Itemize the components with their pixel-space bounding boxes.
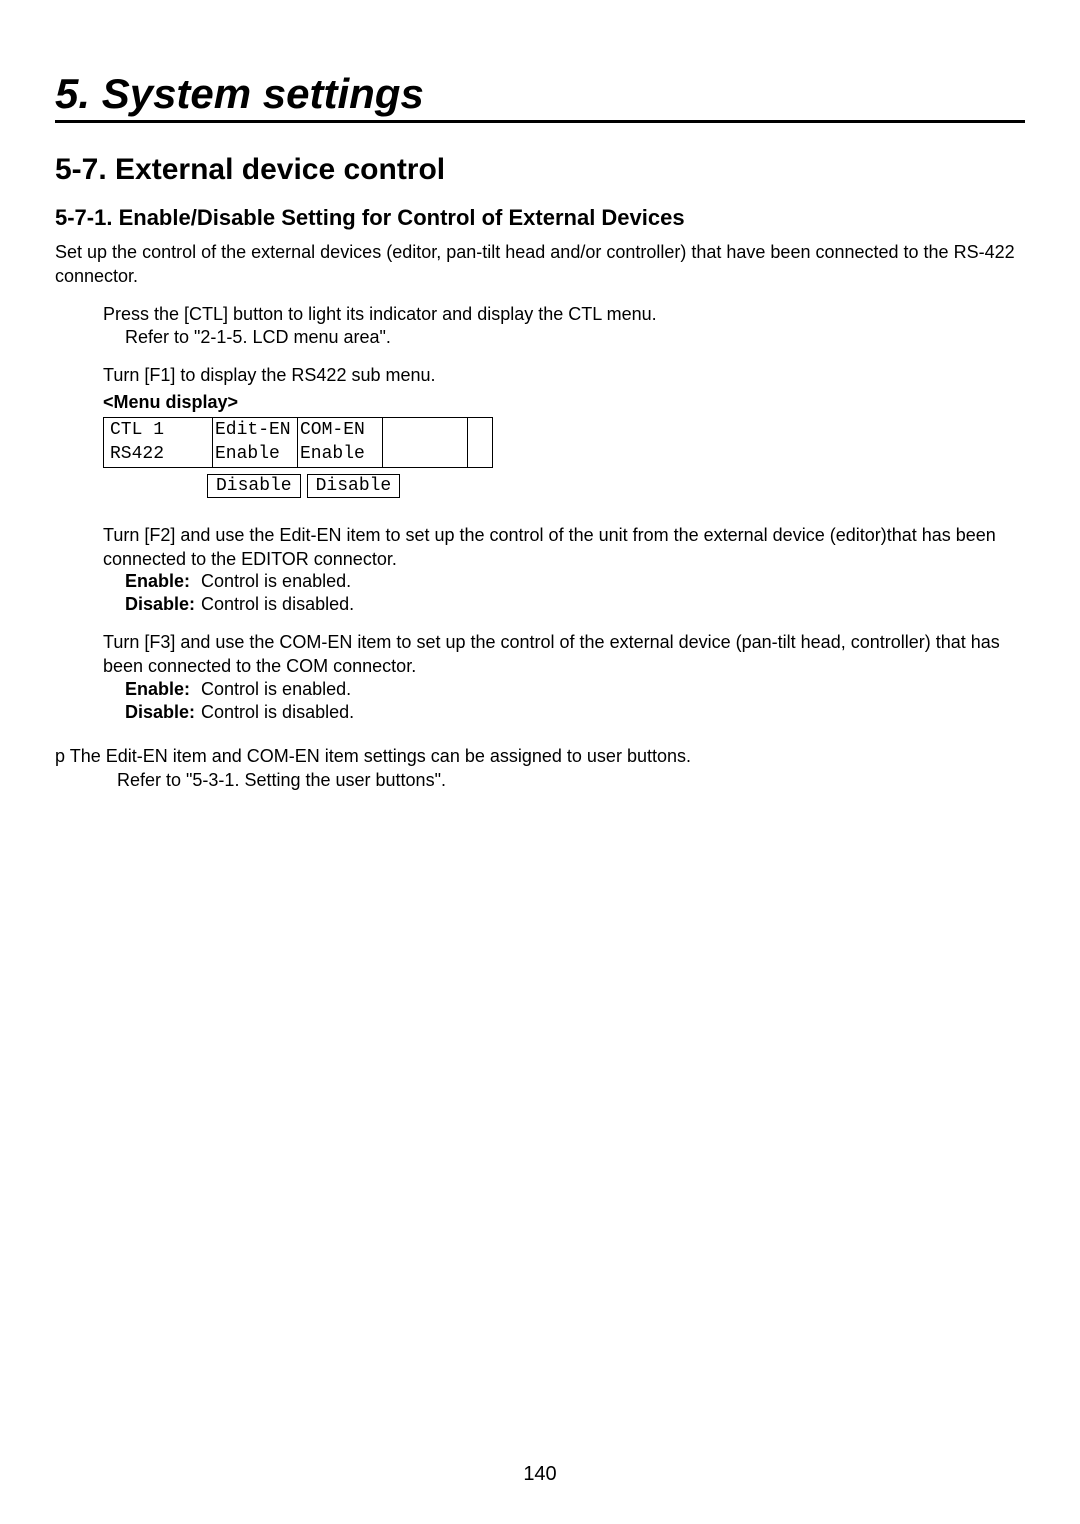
lcd-cell: CTL 1 bbox=[108, 418, 213, 443]
lcd-cell bbox=[383, 418, 468, 443]
def-term: Enable: bbox=[125, 679, 201, 702]
lcd-cell bbox=[468, 418, 492, 443]
lcd-cell: Edit-EN bbox=[213, 418, 298, 443]
note-line-1: p The Edit-EN item and COM-EN item setti… bbox=[55, 745, 1025, 769]
intro-paragraph: Set up the control of the external devic… bbox=[55, 241, 1025, 289]
lcd-cell: COM-EN bbox=[298, 418, 383, 443]
page-number: 140 bbox=[0, 1463, 1080, 1486]
note-bullet: p bbox=[55, 746, 65, 766]
def-text: Control is disabled. bbox=[201, 702, 360, 725]
alt-value-edit-en: Disable bbox=[207, 474, 301, 498]
f3-paragraph: Turn [F3] and use the COM-EN item to set… bbox=[103, 631, 1025, 679]
menu-display-label: <Menu display> bbox=[103, 392, 1025, 413]
def-term: Disable: bbox=[125, 702, 201, 725]
chapter-title: 5. System settings bbox=[55, 70, 424, 117]
lcd-cell bbox=[383, 442, 468, 467]
lcd-menu-display: CTL 1 Edit-EN COM-EN RS422 Enable Enable… bbox=[103, 417, 493, 498]
lcd-row-2: RS422 Enable Enable bbox=[104, 442, 492, 467]
def-term: Disable: bbox=[125, 594, 201, 617]
def-text: Control is disabled. bbox=[201, 594, 360, 617]
lcd-cell bbox=[468, 442, 492, 467]
section-title: 5-7. External device control bbox=[55, 153, 1025, 187]
f2-paragraph: Turn [F2] and use the Edit-EN item to se… bbox=[103, 524, 1025, 572]
lcd-cell: RS422 bbox=[108, 442, 213, 467]
lcd-cell: Enable bbox=[213, 442, 298, 467]
def-text: Control is enabled. bbox=[201, 679, 360, 702]
f3-def-table: Enable: Control is enabled. Disable: Con… bbox=[125, 679, 360, 725]
def-text: Control is enabled. bbox=[201, 571, 360, 594]
subsection-title: 5-7-1. Enable/Disable Setting for Contro… bbox=[55, 205, 1025, 231]
f2-def-table: Enable: Control is enabled. Disable: Con… bbox=[125, 571, 360, 617]
step-1-line-1: Press the [CTL] button to light its indi… bbox=[103, 303, 1025, 327]
lcd-row-1: CTL 1 Edit-EN COM-EN bbox=[104, 418, 492, 443]
alt-value-com-en: Disable bbox=[307, 474, 401, 498]
def-term: Enable: bbox=[125, 571, 201, 594]
note-line-2: Refer to "5-3-1. Setting the user button… bbox=[117, 769, 1025, 793]
lcd-cell: Enable bbox=[298, 442, 383, 467]
lcd-alt-values: Disable Disable bbox=[103, 474, 493, 498]
note-text-1: The Edit-EN item and COM-EN item setting… bbox=[70, 746, 691, 766]
step-2: Turn [F1] to display the RS422 sub menu. bbox=[103, 364, 1025, 388]
step-1-line-2: Refer to "2-1-5. LCD menu area". bbox=[125, 326, 1025, 350]
